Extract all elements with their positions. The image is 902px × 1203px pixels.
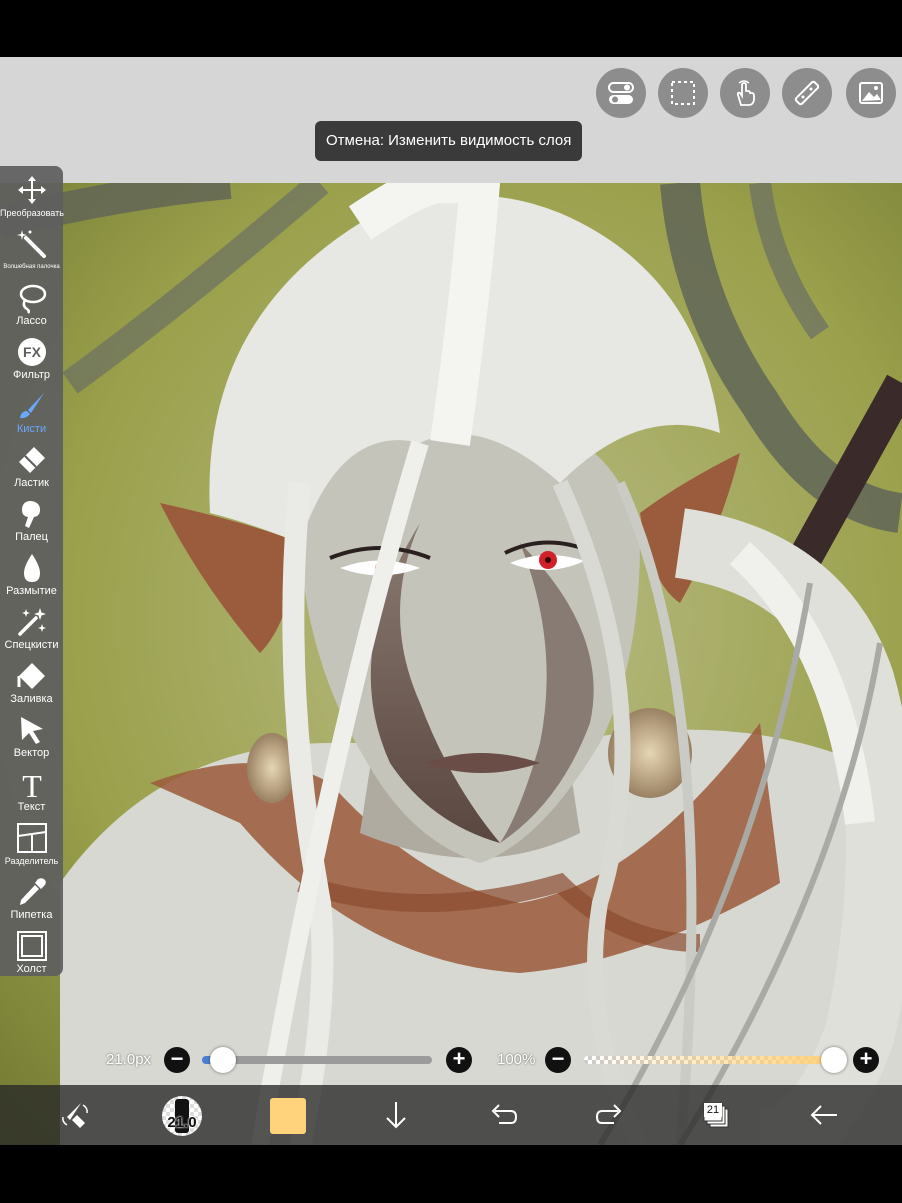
opacity-track[interactable] (584, 1056, 834, 1064)
brush-size-slider: 21.0px − + (0, 1045, 480, 1075)
tool-label: Лассо (16, 315, 47, 327)
tool-smudge[interactable]: Палец (0, 498, 63, 551)
artwork (0, 183, 902, 1145)
tool-label: Разделитель (4, 856, 59, 866)
top-toolbar: Отмена: Изменить видимость слоя (0, 57, 902, 182)
hand-gesture-icon (736, 80, 755, 106)
eyedropper-icon (19, 878, 46, 905)
undo-toast: Отмена: Изменить видимость слоя (315, 121, 583, 161)
brush-size-thumb[interactable] (209, 1047, 236, 1073)
tool-transform[interactable]: Преобразовать (0, 174, 64, 227)
back-button[interactable] (802, 1095, 846, 1135)
tool-eyedropper[interactable]: Пипетка (0, 876, 63, 929)
tool-label: Преобразовать (0, 208, 64, 218)
opacity-thumb[interactable] (821, 1047, 847, 1073)
opacity-decrease-button[interactable]: − (545, 1047, 571, 1073)
toggle-settings-button[interactable] (596, 68, 646, 118)
layers-button[interactable]: 21 (694, 1095, 738, 1135)
tool-text[interactable]: T Текст (0, 768, 63, 821)
magic-wand-icon (16, 230, 46, 258)
tool-label: Текст (17, 801, 46, 813)
tool-label: Заливка (10, 693, 53, 705)
brush-size-indicator[interactable]: 21.0 (162, 1096, 202, 1136)
ruler-button[interactable] (782, 68, 832, 118)
frame-divider-icon (16, 823, 47, 853)
tool-label: Вектор (13, 747, 50, 759)
tool-label: Кисти (16, 423, 47, 435)
fill-bucket-icon (17, 663, 45, 689)
ibis-paint-app: Отмена: Изменить видимость слоя Преобраз… (0, 57, 902, 1145)
redo-icon (595, 1104, 622, 1124)
undo-icon (491, 1104, 518, 1124)
layer-down-button[interactable] (374, 1095, 418, 1135)
brush-size-indicator-value: 21.0 (167, 1114, 197, 1131)
eraser-icon (18, 447, 45, 473)
tool-label: Ластик (14, 477, 49, 489)
lasso-icon (19, 284, 46, 314)
tool-label: Волшебная палочка (3, 264, 60, 270)
tool-fill[interactable]: Заливка (0, 660, 63, 713)
tool-blur[interactable]: Размытие (0, 552, 63, 605)
tool-filter[interactable]: FX Фильтр (0, 336, 63, 389)
opacity-increase-button[interactable]: + (853, 1047, 879, 1073)
opacity-value: 100% (497, 1051, 536, 1068)
undo-button[interactable] (481, 1095, 525, 1135)
arrow-left-icon (810, 1105, 837, 1125)
brush-eraser-swap-icon (62, 1103, 88, 1128)
blur-drop-icon (23, 554, 40, 582)
tool-vector[interactable]: Вектор (0, 714, 63, 767)
brush-size-increase-button[interactable]: + (446, 1047, 472, 1073)
vector-cursor-icon (20, 717, 43, 744)
sparkle-effects-icon (17, 608, 46, 636)
material-button[interactable] (846, 68, 896, 118)
tool-lasso[interactable]: Лассо (0, 282, 63, 335)
brush-size-track[interactable] (202, 1056, 432, 1064)
ruler-icon (794, 80, 820, 106)
image-material-icon (859, 82, 883, 104)
current-color-swatch[interactable] (270, 1098, 306, 1134)
tool-label: Спецкисти (4, 639, 59, 651)
tool-palette: Преобразовать Волшебная палочка Лассо FX… (0, 166, 64, 976)
tool-frame-divider[interactable]: Разделитель (0, 822, 63, 875)
gesture-button[interactable] (720, 68, 770, 118)
brush-size-decrease-button[interactable]: − (164, 1047, 190, 1073)
selection-icon (671, 81, 695, 105)
drawing-canvas[interactable] (0, 183, 902, 1145)
text-icon: T (22, 768, 42, 800)
redo-button[interactable] (588, 1095, 632, 1135)
brush-icon (19, 393, 44, 419)
layers-count: 21 (704, 1103, 722, 1117)
tool-label: Пипетка (10, 909, 53, 921)
canvas-icon (16, 931, 47, 961)
text-glyph: T (22, 768, 42, 800)
fx-filter-icon: FX (17, 338, 46, 366)
opacity-fill (584, 1056, 834, 1064)
opacity-slider: 100% − + (480, 1045, 902, 1075)
tool-canvas[interactable]: Холст (0, 930, 63, 983)
bottom-toolbar: 21.0 21 (0, 1085, 902, 1145)
tool-label: Палец (15, 531, 48, 543)
tool-label: Фильтр (13, 369, 50, 381)
selection-button[interactable] (658, 68, 708, 118)
tool-magic-wand[interactable]: Волшебная палочка (0, 228, 63, 281)
finger-smudge-icon (21, 501, 40, 528)
tool-label: Размытие (6, 585, 57, 597)
tool-special-brush[interactable]: Спецкисти (0, 606, 63, 659)
move-arrows-icon (17, 176, 46, 204)
tool-eraser[interactable]: Ластик (0, 444, 63, 497)
tool-brush[interactable]: Кисти (0, 390, 63, 443)
swap-tool-button[interactable] (53, 1095, 97, 1135)
brush-size-value: 21.0px (106, 1051, 152, 1068)
arrow-down-icon (386, 1102, 406, 1129)
toggle-settings-icon (608, 82, 634, 104)
fx-glyph: FX (23, 344, 42, 360)
tool-label: Холст (16, 963, 47, 975)
